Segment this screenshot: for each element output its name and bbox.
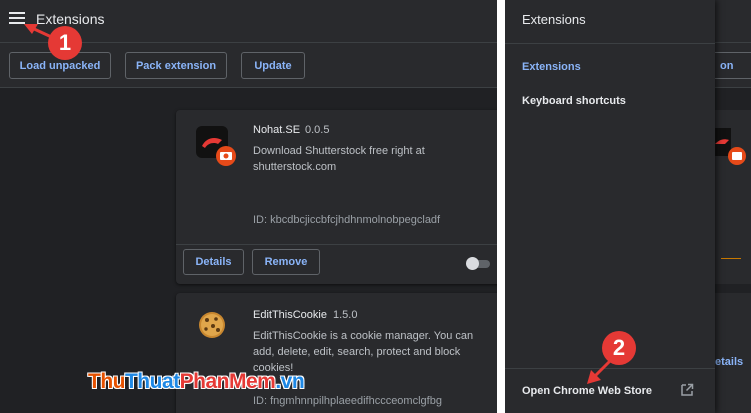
extension-card-nohat: Nohat.SE 0.0.5 Download Shutterstock fre… [176,110,497,284]
watermark-part-3: PhanMem [179,370,276,393]
drawer-item-extensions[interactable]: Extensions [522,61,581,73]
extension-version: 1.5.0 [333,309,358,321]
drawer-item-keyboard-shortcuts[interactable]: Keyboard shortcuts [522,95,626,107]
drawer-divider [505,43,715,44]
watermark-part-4: .vn [275,370,305,393]
extension-id: ID: kbcdbcjiccbfcjhdhnmolnobpegcladf [253,214,441,226]
cookie-icon [199,312,225,338]
extension-description: Download Shutterstock free right at shut… [253,145,425,173]
step-badge-1: 1 [48,26,82,60]
extension-name: Nohat.SE [253,124,301,136]
page-header-peek [715,0,751,43]
extension-name: EditThisCookie [253,309,327,321]
open-in-new-icon[interactable] [680,383,694,397]
extension-card-peek [715,110,751,284]
watermark-part-2: Thuat [124,370,180,393]
pack-extension-button[interactable]: Pack extension [125,52,227,79]
drawer-title: Extensions [522,12,586,27]
card-divider [176,244,497,245]
nohat-extension-icon-peek [715,128,746,165]
extension-version: 0.0.5 [305,124,330,136]
watermark: ThuThuatPhanMem.vn [88,370,305,394]
extension-card-editthiscookie: EditThisCookie 1.5.0 EditThisCookie is a… [176,293,497,413]
step-badge-2: 2 [602,331,636,365]
update-button[interactable]: Update [241,52,305,79]
open-chrome-web-store-link[interactable]: Open Chrome Web Store [522,385,652,397]
extension-description: EditThisCookie is a cookie manager. You … [253,330,474,374]
remove-button[interactable]: Remove [252,249,320,275]
toggle-knob [466,257,479,270]
watermark-part-1: Thu [88,370,125,393]
extension-card-peek-2 [715,293,751,413]
extension-id: ID: fngmhnnpilhplaeedifhccceomclgfbg [253,395,442,407]
extensions-page: Extensions Load unpacked Pack extension … [0,0,497,413]
details-button-peek[interactable]: etails [715,356,743,368]
nohat-extension-icon [196,126,236,166]
peek-line [721,258,741,259]
enable-toggle[interactable] [466,257,492,270]
details-button[interactable]: Details [183,249,244,275]
extensions-page-with-drawer: on etails Extensions Extensions Keyboard… [505,0,751,413]
